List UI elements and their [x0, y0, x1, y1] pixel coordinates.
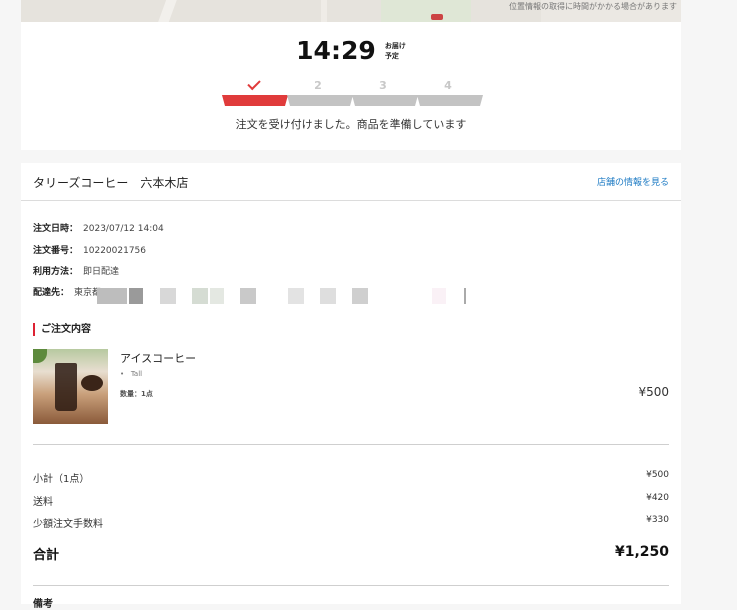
item-price: ¥500 [638, 385, 669, 399]
divider [33, 444, 669, 445]
divider [33, 585, 669, 586]
small-order-fee-row: 少額注文手数料 ¥330 [33, 515, 669, 530]
item-option: • Tall [120, 370, 143, 378]
leaf-graphic [33, 349, 47, 363]
progress-step-2: 2 [287, 78, 353, 106]
store-info-link[interactable]: 店舗の情報を見る [597, 175, 669, 188]
bowl-graphic [81, 375, 103, 391]
usage-method-value: 即日配達 [83, 267, 120, 277]
store-name: タリーズコーヒー 六本木店 [33, 176, 189, 190]
shipping-label: 送料 [33, 497, 53, 508]
shipping-value: ¥420 [646, 493, 669, 503]
progress-step-number: 3 [379, 79, 387, 92]
progress-step-bar [352, 95, 418, 106]
progress-step-bar [417, 95, 483, 106]
progress-step-bar [287, 95, 353, 106]
redaction-block [160, 288, 176, 304]
eta-note-line2: 予定 [384, 51, 399, 60]
item-option-text: Tall [130, 370, 143, 378]
redaction-block [240, 288, 256, 304]
item-quantity: 数量：1点 [120, 390, 153, 398]
progress-step-1 [222, 76, 288, 106]
map-road [321, 0, 327, 22]
order-detail-card: タリーズコーヒー 六本木店 店舗の情報を見る 注文日時： 2023/07/12 1… [21, 163, 681, 610]
redaction-block [352, 288, 368, 304]
total-label: 合計 [33, 548, 60, 563]
progress-step-number: 2 [314, 79, 322, 92]
redaction-block [97, 288, 127, 304]
map-view[interactable]: 位置情報の取得に時間がかかる場合があります [21, 0, 681, 22]
glass-graphic [55, 363, 77, 411]
map-pin-icon [431, 14, 443, 20]
eta-time: 14:29 [296, 36, 376, 65]
status-message: 注文を受け付けました。商品を準備しています [235, 118, 467, 131]
redaction-block [129, 288, 143, 304]
small-order-fee-value: ¥330 [646, 515, 669, 525]
divider [21, 200, 681, 201]
progress-step-number: 4 [444, 79, 452, 92]
item-name: アイスコーヒー [120, 352, 197, 365]
subtotal-row: 小計（1点） ¥500 [33, 470, 669, 485]
progress-step-4: 4 [417, 78, 483, 106]
order-date-value: 2023/07/12 14:04 [83, 224, 164, 234]
eta-note-line1: お届け [384, 41, 406, 50]
progress-steps: 2 3 4 [222, 76, 483, 108]
usage-method-label: 利用方法： [33, 267, 79, 277]
delivery-address-label: 配達先： [33, 288, 70, 298]
eta-row: 14:29 お届け 予定 [21, 36, 681, 65]
memo-heading: 備考 [33, 599, 53, 610]
order-items-heading: ご注文内容 [33, 323, 91, 336]
order-number-label: 注文番号： [33, 246, 79, 256]
map-notice: 位置情報の取得に時間がかかる場合があります [509, 2, 677, 11]
redaction-block [432, 288, 446, 304]
item-image [33, 349, 108, 424]
subtotal-value: ¥500 [646, 470, 669, 480]
usage-method-row: 利用方法： 即日配達 [33, 264, 119, 277]
redaction-block [320, 288, 336, 304]
redaction-block [210, 288, 224, 304]
shipping-row: 送料 ¥420 [33, 493, 669, 508]
order-date-label: 注文日時： [33, 224, 79, 234]
delivery-status-card: 14:29 お届け 予定 2 3 4 注文を受け付けました。商品を準備しています [21, 22, 681, 150]
map-park [381, 0, 471, 22]
total-value: ¥1,250 [614, 544, 669, 560]
total-row: 合計 ¥1,250 [33, 544, 669, 563]
redaction-block [192, 288, 208, 304]
progress-step-3: 3 [352, 78, 418, 106]
order-number-value: 10220021756 [83, 246, 147, 256]
check-icon [247, 76, 261, 91]
subtotal-label: 小計（1点） [33, 474, 90, 485]
progress-step-bar [222, 95, 288, 106]
redaction-block [288, 288, 304, 304]
small-order-fee-label: 少額注文手数料 [33, 519, 103, 530]
eta-note: お届け 予定 [385, 41, 406, 61]
order-number-row: 注文番号： 10220021756 [33, 243, 146, 256]
delivery-address-row: 配達先： 東京都 [33, 285, 101, 298]
order-date-row: 注文日時： 2023/07/12 14:04 [33, 221, 164, 234]
redaction-block [464, 288, 466, 304]
map-road [154, 0, 178, 22]
